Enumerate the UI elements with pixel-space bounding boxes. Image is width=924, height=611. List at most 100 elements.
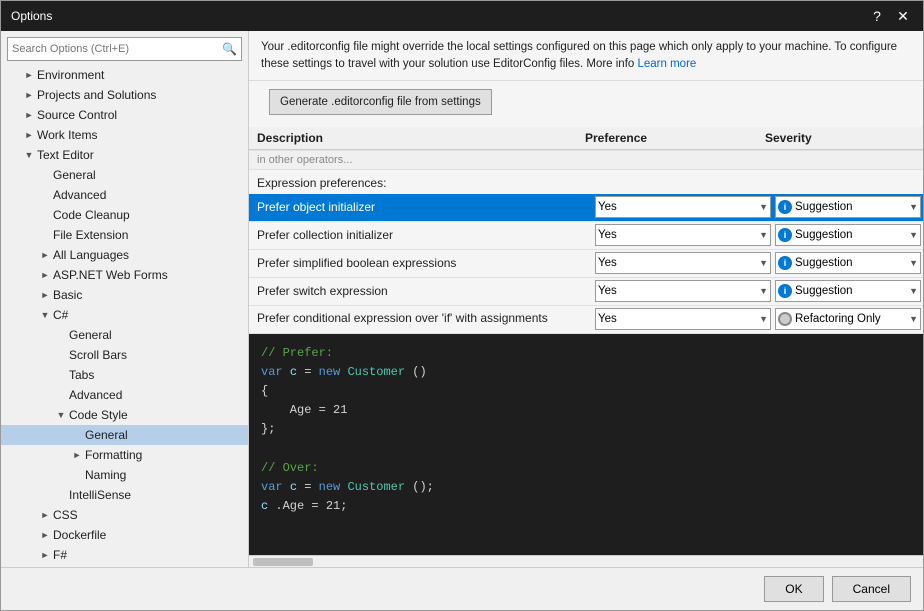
settings-area: Description Preference Severity in other… [249,127,923,568]
row-severity[interactable]: i Suggestion ▼ [773,278,923,304]
sidebar-item-cs-advanced[interactable]: Advanced [1,385,248,405]
row-severity[interactable]: i Suggestion ▼ [773,222,923,248]
code-line: var c = new Customer () [261,363,911,382]
expand-icon: ► [37,550,53,560]
sidebar-item-file-extension[interactable]: File Extension [1,225,248,245]
row-description: Prefer collection initializer [249,224,593,246]
sidebar-item-css[interactable]: ► CSS [1,505,248,525]
ok-button[interactable]: OK [764,576,823,602]
sidebar-item-label: Naming [85,468,126,482]
sidebar-item-label: General [69,328,112,342]
code-plain: = [304,365,318,379]
code-keyword: new [319,365,341,379]
sidebar-item-dockerfile[interactable]: ► Dockerfile [1,525,248,545]
sidebar-item-te-advanced[interactable]: Advanced [1,185,248,205]
row-severity[interactable]: i Suggestion ▼ [773,194,923,220]
sidebar-item-cs-naming[interactable]: Naming [1,465,248,485]
row-severity[interactable]: Refactoring Only ▼ [773,306,923,332]
generate-editorconfig-button[interactable]: Generate .editorconfig file from setting… [269,89,492,115]
chevron-down-icon: ▼ [759,258,768,268]
sidebar-item-source-control[interactable]: ► Source Control [1,105,248,125]
code-type: Customer [347,365,405,379]
sidebar-item-text-editor[interactable]: ▼ Text Editor [1,145,248,165]
search-box[interactable]: 🔍 [7,37,242,61]
severity-dropdown[interactable]: i Suggestion ▼ [775,224,921,246]
sidebar-item-label: Code Cleanup [53,208,130,222]
cancel-button[interactable]: Cancel [832,576,911,602]
row-preference[interactable]: Yes ▼ [593,306,773,332]
severity-label: Suggestion [795,201,853,213]
sidebar-item-cs-code-style[interactable]: ▼ Code Style [1,405,248,425]
expand-icon: ► [37,250,53,260]
expand-icon: ► [37,530,53,540]
row-preference[interactable]: Yes ▼ [593,222,773,248]
sidebar-item-label: Code Style [69,408,128,422]
sidebar-item-te-general[interactable]: General [1,165,248,185]
severity-dropdown[interactable]: i Suggestion ▼ [775,280,921,302]
col-header-preference: Preference [585,131,765,145]
sidebar-item-csharp[interactable]: ▼ C# [1,305,248,325]
row-preference[interactable]: Yes ▼ [593,194,773,220]
search-input[interactable] [8,41,218,57]
sidebar-item-basic[interactable]: ► Basic [1,285,248,305]
sidebar-item-cs-cs-general[interactable]: General [1,425,248,445]
sidebar-item-code-cleanup[interactable]: Code Cleanup [1,205,248,225]
info-text: Your .editorconfig file might override t… [261,41,897,70]
bottom-bar: OK Cancel [1,567,923,610]
preference-dropdown[interactable]: Yes ▼ [595,308,771,330]
table-row[interactable]: Prefer object initializer Yes ▼ i [249,194,923,222]
sidebar-item-projects-solutions[interactable]: ► Projects and Solutions [1,85,248,105]
close-button[interactable]: ✕ [893,9,913,23]
title-bar-controls: ? ✕ [867,9,913,23]
preference-dropdown[interactable]: Yes ▼ [595,280,771,302]
sidebar-item-work-items[interactable]: ► Work Items [1,125,248,145]
sidebar-item-fsharp[interactable]: ► F# [1,545,248,565]
severity-dropdown[interactable]: i Suggestion ▼ [775,252,921,274]
sidebar-item-cs-scroll-bars[interactable]: Scroll Bars [1,345,248,365]
code-line: Age = 21 [261,401,911,420]
code-plain: .Age = 21; [275,499,347,513]
chevron-down-icon: ▼ [909,258,918,268]
table-row[interactable]: Prefer simplified boolean expressions Ye… [249,250,923,278]
help-button[interactable]: ? [867,9,887,23]
chevron-down-icon: ▼ [909,286,918,296]
code-line: // Over: [261,459,911,478]
row-severity[interactable]: i Suggestion ▼ [773,250,923,276]
severity-dropdown[interactable]: i Suggestion ▼ [775,196,921,218]
code-line: // Prefer: [261,344,911,363]
severity-dropdown[interactable]: Refactoring Only ▼ [775,308,921,330]
row-preference[interactable]: Yes ▼ [593,278,773,304]
sidebar-item-aspnet-web[interactable]: ► ASP.NET Web Forms [1,265,248,285]
options-tree: ► Environment ► Projects and Solutions [1,65,248,567]
sidebar-item-label: CSS [53,508,78,522]
code-comment: // Prefer: [261,346,333,360]
chevron-down-icon: ▼ [909,314,918,324]
table-row[interactable]: Prefer collection initializer Yes ▼ i [249,222,923,250]
code-plain: = [304,480,318,494]
preference-dropdown[interactable]: Yes ▼ [595,252,771,274]
sidebar-item-cs-general[interactable]: General [1,325,248,345]
table-row[interactable]: Prefer conditional expression over 'if' … [249,306,923,334]
chevron-down-icon: ▼ [909,202,918,212]
preference-dropdown[interactable]: Yes ▼ [595,196,771,218]
sidebar-item-cs-formatting[interactable]: ► Formatting [1,445,248,465]
sidebar-item-label: File Extension [53,228,128,242]
sidebar-item-cs-tabs[interactable]: Tabs [1,365,248,385]
horizontal-scrollbar[interactable] [249,555,923,567]
sidebar-item-label: Dockerfile [53,528,106,542]
suggestion-icon: i [778,200,792,214]
expand-icon: ► [21,130,37,140]
dropdown-value: Yes [598,257,617,269]
sidebar-item-all-languages[interactable]: ► All Languages [1,245,248,265]
row-preference[interactable]: Yes ▼ [593,250,773,276]
expand-icon: ► [21,110,37,120]
preference-dropdown[interactable]: Yes ▼ [595,224,771,246]
sidebar-item-environment[interactable]: ► Environment [1,65,248,85]
sidebar-item-cs-intellisense[interactable]: IntelliSense [1,485,248,505]
sidebar-item-label: Source Control [37,108,117,122]
learn-more-link[interactable]: Learn more [638,58,697,70]
table-row[interactable]: Prefer switch expression Yes ▼ i [249,278,923,306]
scrollbar-thumb[interactable] [253,558,313,566]
chevron-down-icon: ▼ [759,314,768,324]
generate-btn-area: Generate .editorconfig file from setting… [249,81,923,127]
